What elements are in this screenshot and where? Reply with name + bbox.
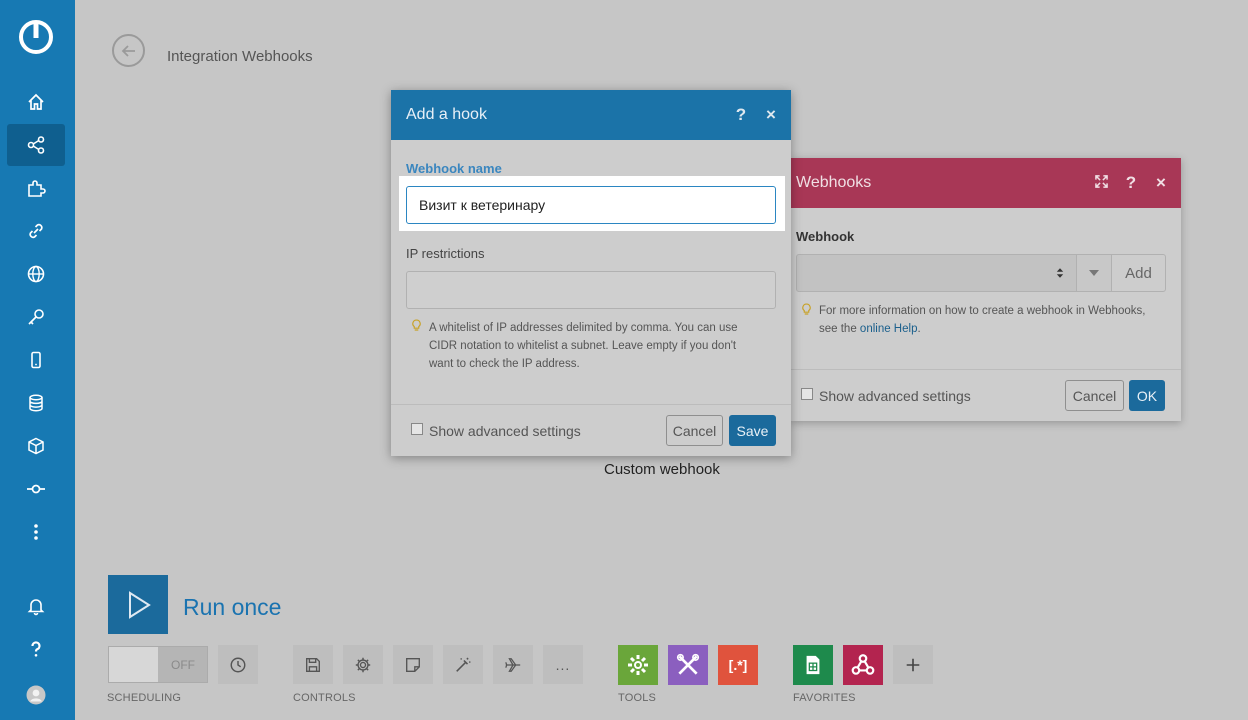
play-icon bbox=[129, 590, 151, 619]
more-vertical-icon[interactable] bbox=[7, 511, 65, 553]
more-horizontal-icon: ... bbox=[555, 656, 571, 673]
webhooks-help-icon[interactable]: ? bbox=[1116, 173, 1146, 193]
sidebar bbox=[0, 0, 75, 720]
favorites-google-sheets-tile[interactable] bbox=[793, 645, 833, 685]
ip-hint-line-3: want to check the IP address. bbox=[429, 358, 580, 370]
webhook-select[interactable] bbox=[796, 254, 1077, 292]
link-icon[interactable] bbox=[7, 210, 65, 252]
spreadsheet-icon bbox=[806, 655, 820, 675]
webhooks-cancel-button[interactable]: Cancel bbox=[1065, 380, 1124, 411]
add-webhook-button[interactable]: Add bbox=[1111, 254, 1166, 292]
webhooks-close-icon[interactable]: × bbox=[1146, 173, 1176, 193]
user-avatar-icon[interactable] bbox=[7, 674, 65, 716]
module-label: Custom webhook bbox=[604, 461, 720, 478]
online-help-link[interactable]: online Help bbox=[860, 323, 918, 335]
cube-icon[interactable] bbox=[7, 425, 65, 467]
webhooks-hint-line-1: For more information on how to create a … bbox=[819, 305, 1146, 317]
webhook-field-label: Webhook bbox=[796, 229, 855, 244]
scheduling-section-label: SCHEDULING bbox=[107, 692, 182, 704]
hint-prefix: see the bbox=[819, 323, 860, 335]
puzzle-icon[interactable] bbox=[7, 167, 65, 209]
add-hook-advanced-checkbox[interactable] bbox=[411, 423, 423, 435]
mobile-device-icon[interactable] bbox=[7, 339, 65, 381]
webhook-name-input[interactable] bbox=[406, 186, 776, 224]
toggle-state: OFF bbox=[171, 658, 195, 672]
plus-icon bbox=[906, 658, 920, 671]
logo-icon[interactable] bbox=[17, 18, 55, 56]
webhooks-hint: For more information on how to create a … bbox=[819, 302, 1145, 338]
tools-tools-tile[interactable] bbox=[668, 645, 708, 685]
ip-restrictions-label: IP restrictions bbox=[406, 246, 485, 261]
ip-hint-line-2: CIDR notation to whitelist a subnet. Lea… bbox=[429, 340, 737, 352]
webhooks-advanced-label[interactable]: Show advanced settings bbox=[819, 388, 971, 404]
add-hook-help-icon[interactable]: ? bbox=[726, 105, 756, 125]
lightbulb-icon bbox=[412, 319, 421, 335]
tools-text-parser-tile[interactable]: [.*] bbox=[718, 645, 758, 685]
webhooks-panel-header: Webhooks ? × bbox=[791, 158, 1181, 208]
webhooks-footer-divider bbox=[791, 369, 1181, 370]
note-icon bbox=[406, 657, 420, 672]
add-hook-advanced-label[interactable]: Show advanced settings bbox=[429, 423, 581, 439]
run-once-label[interactable]: Run once bbox=[183, 594, 281, 621]
add-hook-cancel-button[interactable]: Cancel bbox=[666, 415, 723, 446]
add-favorite-button[interactable] bbox=[893, 645, 933, 684]
ip-hint-line-1: A whitelist of IP addresses delimited by… bbox=[429, 322, 738, 334]
webhooks-ok-button[interactable]: OK bbox=[1129, 380, 1165, 411]
webhook-name-label: Webhook name bbox=[406, 161, 502, 176]
tools-flow-control-tile[interactable] bbox=[618, 645, 658, 685]
webhooks-panel-title: Webhooks bbox=[796, 174, 872, 191]
toggle-knob bbox=[109, 647, 158, 682]
help-icon[interactable] bbox=[7, 628, 65, 670]
expand-icon[interactable] bbox=[1086, 173, 1116, 193]
globe-icon[interactable] bbox=[7, 253, 65, 295]
favorites-section-label: FAVORITES bbox=[793, 692, 856, 704]
save-icon bbox=[306, 657, 320, 672]
home-icon[interactable] bbox=[7, 81, 65, 123]
save-button[interactable] bbox=[293, 645, 333, 684]
gear-icon bbox=[628, 655, 648, 675]
bell-icon[interactable] bbox=[7, 585, 65, 627]
add-hook-save-button[interactable]: Save bbox=[729, 415, 776, 446]
page-title: Integration Webhooks bbox=[167, 48, 313, 65]
webhook-dropdown-toggle[interactable] bbox=[1076, 254, 1112, 292]
share-scenarios-icon[interactable] bbox=[7, 124, 65, 166]
add-hook-header: Add a hook ? × bbox=[391, 90, 791, 140]
run-once-button[interactable] bbox=[108, 575, 168, 634]
explain-flow-button[interactable] bbox=[493, 645, 533, 684]
wrench-screwdriver-icon bbox=[676, 653, 700, 675]
schedule-clock-button[interactable] bbox=[218, 645, 258, 684]
clock-icon bbox=[230, 657, 246, 672]
hint-suffix: . bbox=[917, 323, 921, 335]
back-button[interactable] bbox=[112, 34, 145, 67]
webhook-icon bbox=[851, 654, 875, 675]
add-hook-close-icon[interactable]: × bbox=[756, 105, 786, 125]
auto-align-button[interactable] bbox=[443, 645, 483, 684]
controls-section-label: CONTROLS bbox=[293, 692, 356, 704]
tools-section-label: TOOLS bbox=[618, 692, 657, 704]
key-icon[interactable] bbox=[7, 296, 65, 338]
airplane-icon bbox=[505, 657, 521, 672]
database-icon[interactable] bbox=[7, 382, 65, 424]
ip-restrictions-hint: A whitelist of IP addresses delimited by… bbox=[429, 319, 738, 373]
arrow-left-icon bbox=[121, 44, 135, 57]
sort-arrows-icon bbox=[1056, 268, 1064, 278]
brackets-icon: [.*] bbox=[728, 657, 748, 673]
flow-control-icon[interactable] bbox=[7, 468, 65, 510]
webhooks-hint-line-2: see the online Help. bbox=[819, 320, 1145, 338]
scheduling-toggle[interactable]: OFF bbox=[108, 646, 208, 683]
chevron-down-icon bbox=[1089, 270, 1099, 276]
webhooks-advanced-checkbox[interactable] bbox=[801, 388, 813, 400]
ip-restrictions-input[interactable] bbox=[406, 271, 776, 309]
settings-button[interactable] bbox=[343, 645, 383, 684]
favorites-webhooks-tile[interactable] bbox=[843, 645, 883, 685]
lightbulb-icon bbox=[802, 303, 811, 319]
more-controls-button[interactable]: ... bbox=[543, 645, 583, 684]
notes-button[interactable] bbox=[393, 645, 433, 684]
magic-wand-icon bbox=[456, 657, 471, 672]
gear-icon bbox=[355, 657, 371, 672]
add-hook-title: Add a hook bbox=[406, 106, 487, 123]
